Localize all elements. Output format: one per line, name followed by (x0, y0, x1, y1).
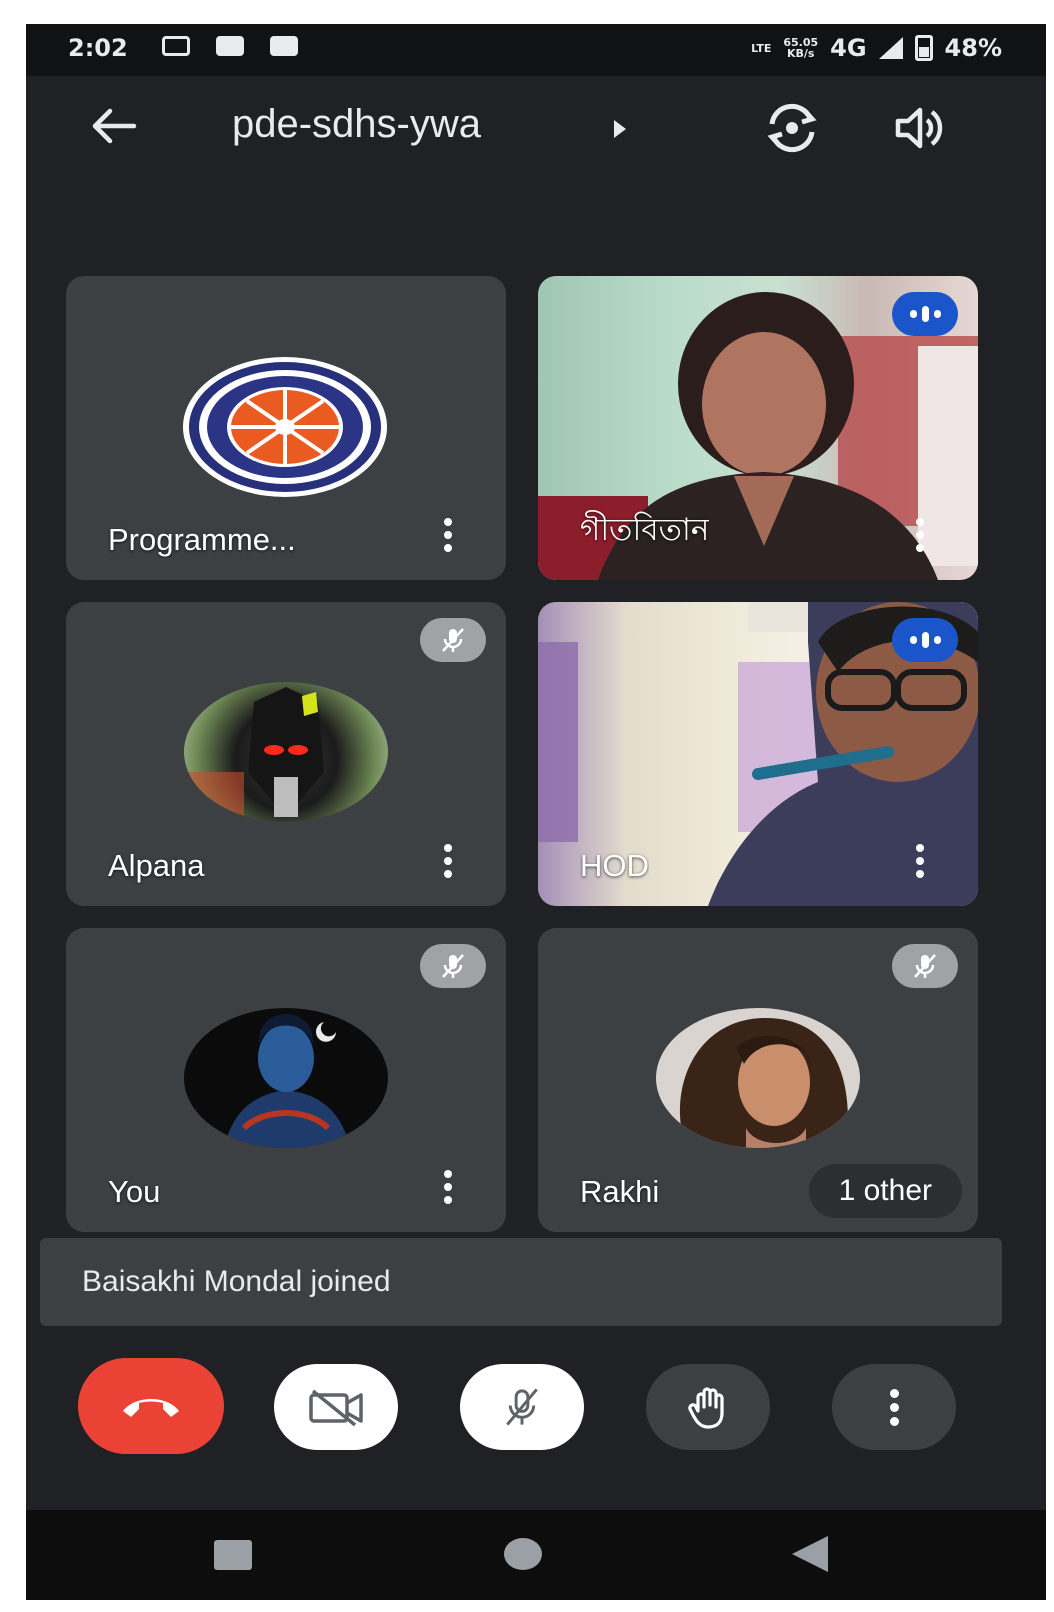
participant-name: গীতবিতান (580, 512, 710, 547)
more-options-icon (888, 1388, 900, 1426)
participant-tile-you[interactable]: You (66, 928, 506, 1232)
more-options-icon[interactable] (914, 518, 926, 552)
avatar (184, 1008, 388, 1148)
gallery-notification-icon (216, 36, 244, 56)
lte-icon: LTE (751, 41, 772, 55)
participant-tile-rakhi[interactable]: Rakhi 1 other (538, 928, 978, 1232)
raise-hand-icon (688, 1387, 724, 1429)
avatar (184, 682, 388, 822)
home-button[interactable] (504, 1538, 542, 1570)
speaking-indicator-icon (892, 292, 958, 336)
mic-off-icon (442, 628, 464, 652)
speaker-icon[interactable] (894, 104, 946, 152)
notification-icons (162, 36, 298, 56)
muted-indicator (420, 944, 486, 988)
other-participants-button[interactable]: 1 other (808, 1164, 962, 1218)
meeting-details-arrow-icon[interactable] (614, 120, 626, 138)
status-bar: 2:02 LTE 65.05 KB/s 4G 48% (26, 24, 1046, 76)
participant-name: Rakhi (580, 1174, 660, 1209)
status-right: LTE 65.05 KB/s 4G 48% (751, 34, 1002, 62)
participant-name: HOD (580, 848, 649, 883)
mic-off-icon (914, 954, 936, 978)
more-options-icon[interactable] (914, 844, 926, 878)
back-arrow-icon[interactable] (90, 106, 138, 146)
mic-off-icon (442, 954, 464, 978)
mic-toggle-button[interactable] (460, 1364, 584, 1450)
meeting-code[interactable]: pde-sdhs-ywa (232, 102, 481, 147)
speaking-indicator-icon (892, 618, 958, 662)
battery-icon (914, 35, 933, 61)
switch-camera-icon[interactable] (764, 102, 820, 154)
network-type: 4G (830, 34, 867, 62)
more-options-icon[interactable] (442, 844, 454, 878)
muted-indicator (892, 944, 958, 988)
participant-tile-alpana[interactable]: Alpana (66, 602, 506, 906)
more-options-button[interactable] (832, 1364, 956, 1450)
raise-hand-button[interactable] (646, 1364, 770, 1450)
muted-indicator (420, 618, 486, 662)
participant-name: Alpana (108, 848, 205, 883)
meet-notification-icon (162, 36, 190, 56)
mic-off-icon (506, 1388, 538, 1426)
participant-name: You (108, 1174, 161, 1209)
system-navigation-bar (26, 1510, 1046, 1600)
phone-screen: 2:02 LTE 65.05KB/s 4G 48% pde-sdhs-ywa (26, 24, 1046, 1600)
participant-tile-hod[interactable]: HOD (538, 602, 978, 906)
signal-icon (878, 37, 903, 59)
recent-apps-button[interactable] (214, 1540, 252, 1570)
avatar (656, 1008, 860, 1148)
status-time: 2:02 (68, 34, 128, 62)
nss-logo-avatar (183, 357, 387, 497)
battery-percent: 48% (944, 34, 1002, 62)
camera-off-icon (309, 1389, 363, 1427)
youtube-notification-icon (270, 36, 298, 56)
back-button[interactable] (792, 1536, 828, 1572)
participant-tile-programme[interactable]: Programme... (66, 276, 506, 580)
end-call-icon (123, 1399, 179, 1417)
end-call-button[interactable] (78, 1358, 224, 1454)
camera-toggle-button[interactable] (274, 1364, 398, 1450)
participant-tile-gitabitan[interactable]: গীতবিতান (538, 276, 978, 580)
meeting-header: pde-sdhs-ywa (26, 86, 1046, 170)
network-speed: 65.05 KB/s (783, 36, 819, 60)
more-options-icon[interactable] (442, 518, 454, 552)
participant-name: Programme... (108, 522, 296, 557)
join-notification: Baisakhi Mondal joined (40, 1238, 1002, 1326)
more-options-icon[interactable] (442, 1170, 454, 1204)
